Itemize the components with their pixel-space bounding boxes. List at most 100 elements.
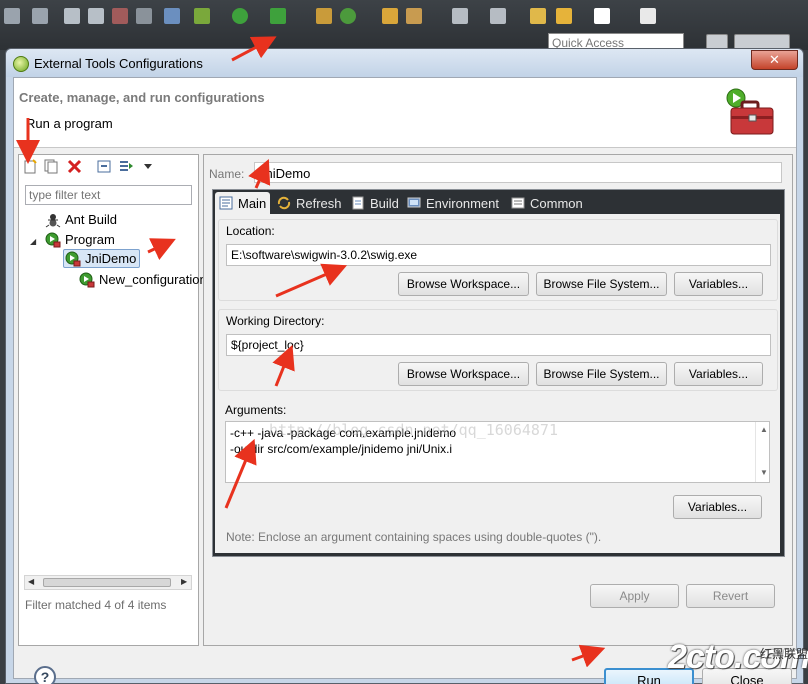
resume-icon[interactable] [64, 8, 80, 24]
location-group: Location: E:\software\swigwin-3.0.2\swig… [218, 219, 778, 301]
dialog-header: Create, manage, and run configurations R… [14, 78, 796, 148]
skip-breakpoints-icon[interactable] [164, 8, 180, 24]
pin-editor-icon[interactable] [640, 8, 656, 24]
program-config-icon [65, 251, 81, 266]
brand-cn-text: 红黑联盟 [760, 647, 808, 661]
help-icon[interactable]: ? [34, 666, 56, 684]
dialog-title: External Tools Configurations [34, 56, 203, 71]
debug-icon[interactable] [194, 8, 210, 24]
external-tools-icon [13, 56, 29, 72]
expand-collapse-icon[interactable]: ◢ [30, 237, 36, 246]
tree-item-label: Program [65, 232, 115, 247]
wd-browse-workspace-button[interactable]: Browse Workspace... [398, 362, 529, 386]
config-tab-folder: Main Refresh Build Environment Common Lo… [212, 189, 785, 557]
filter-configs-icon[interactable] [119, 159, 134, 174]
new-launch-config-icon[interactable] [23, 159, 38, 174]
tree-item-ant-build[interactable]: Ant Build [45, 210, 117, 229]
location-browse-file-system-button[interactable]: Browse File System... [536, 272, 667, 296]
duplicate-config-icon[interactable] [44, 159, 59, 174]
tree-item-new-configuration[interactable]: New_configuration [79, 270, 207, 289]
program-config-icon [79, 272, 95, 287]
disconnect-icon[interactable] [136, 8, 152, 24]
tab-common[interactable]: Common [507, 192, 587, 214]
filter-status-text: Filter matched 4 of 4 items [25, 598, 167, 612]
configuration-tree-panel: Ant Build Program JniDemo New_configurat… [18, 154, 207, 646]
tab-label: Main [238, 195, 267, 211]
tree-item-label: JniDemo [85, 251, 137, 266]
tab-label: Common [530, 195, 583, 211]
tab-environment[interactable]: Environment [403, 192, 503, 214]
location-label: Location: [226, 224, 275, 238]
configuration-editor-panel: Name: JniDemo Main Refresh Build Environ… [203, 154, 793, 646]
name-label: Name: [209, 167, 245, 181]
refresh-icon [277, 196, 291, 210]
arguments-label: Arguments: [225, 403, 287, 417]
header-title: Create, manage, and run configurations [19, 90, 265, 105]
main-tab-icon [219, 196, 233, 210]
open-type-icon[interactable] [382, 8, 398, 24]
ant-icon [45, 213, 61, 227]
tree-item-label: New_configuration [99, 272, 207, 287]
tab-label: Refresh [296, 195, 342, 211]
tree-item-label: Ant Build [65, 212, 118, 227]
wd-variables-button[interactable]: Variables... [674, 362, 763, 386]
tab-build[interactable]: Build [347, 192, 403, 214]
collapse-all-icon[interactable] [97, 159, 112, 174]
arguments-variables-button[interactable]: Variables... [673, 495, 762, 519]
arguments-note: Note: Enclose an argument containing spa… [226, 530, 602, 544]
external-tools-icon[interactable] [270, 8, 286, 24]
new-class-icon[interactable] [340, 8, 356, 24]
environment-icon [407, 197, 421, 208]
working-directory-label: Working Directory: [226, 314, 325, 328]
filter-input[interactable] [25, 185, 192, 205]
forward-arrow-icon[interactable] [594, 8, 610, 24]
toolbox-icon [726, 88, 774, 135]
working-directory-field[interactable]: ${project_loc} [226, 334, 771, 356]
location-browse-workspace-button[interactable]: Browse Workspace... [398, 272, 529, 296]
config-toolbar [19, 155, 198, 179]
scroll-down-icon[interactable]: ▼ [760, 468, 768, 477]
terminate-icon[interactable] [112, 8, 128, 24]
ide-main-toolbar: Quick Access [0, 0, 808, 54]
tree-horizontal-scrollbar[interactable]: ◀ ▶ [24, 575, 192, 590]
tree-item-jnidemo[interactable]: JniDemo [63, 249, 141, 268]
arguments-vertical-scrollbar[interactable]: ▲ ▼ [755, 422, 771, 482]
run-icon[interactable] [232, 8, 248, 24]
common-icon [511, 197, 525, 209]
wd-browse-file-system-button[interactable]: Browse File System... [536, 362, 667, 386]
step-into-icon[interactable] [32, 8, 48, 24]
dialog-titlebar[interactable]: External Tools Configurations ✕ [6, 49, 803, 77]
name-field[interactable]: JniDemo [254, 162, 782, 183]
view-menu-chevron-down-icon[interactable] [141, 159, 156, 174]
scroll-left-icon[interactable]: ◀ [28, 577, 34, 586]
new-package-icon[interactable] [316, 8, 332, 24]
annotation-icon[interactable] [452, 8, 468, 24]
external-tools-dialog: External Tools Configurations ✕ Create, … [5, 48, 804, 684]
tree-item-program[interactable]: Program [45, 230, 115, 249]
location-variables-button[interactable]: Variables... [674, 272, 763, 296]
back-arrow-icon[interactable] [556, 8, 572, 24]
back-icon[interactable] [530, 8, 546, 24]
apply-button[interactable]: Apply [590, 584, 679, 608]
revert-button[interactable]: Revert [686, 584, 775, 608]
location-field[interactable]: E:\software\swigwin-3.0.2\swig.exe [226, 244, 771, 266]
tab-refresh[interactable]: Refresh [273, 192, 346, 214]
scroll-up-icon[interactable]: ▲ [760, 425, 768, 434]
tab-bar: Main Refresh Build Environment Common [213, 190, 784, 214]
program-icon [45, 232, 61, 247]
tab-main[interactable]: Main [215, 192, 271, 214]
suspend-icon[interactable] [88, 8, 104, 24]
scroll-right-icon[interactable]: ▶ [181, 577, 187, 586]
dialog-client-area: Create, manage, and run configurations R… [13, 77, 797, 684]
next-annotation-icon[interactable] [490, 8, 506, 24]
tab-label: Environment [426, 195, 499, 211]
working-directory-group: Working Directory: ${project_loc} Browse… [218, 309, 778, 391]
window-close-button[interactable]: ✕ [751, 50, 798, 70]
header-message: Run a program [26, 116, 113, 131]
delete-config-icon[interactable] [67, 159, 82, 174]
build-icon [352, 196, 364, 210]
step-return-icon[interactable] [4, 8, 20, 24]
search-icon[interactable] [406, 8, 422, 24]
main-tab-content: Location: E:\software\swigwin-3.0.2\swig… [215, 214, 780, 553]
scroll-thumb[interactable] [43, 578, 171, 587]
